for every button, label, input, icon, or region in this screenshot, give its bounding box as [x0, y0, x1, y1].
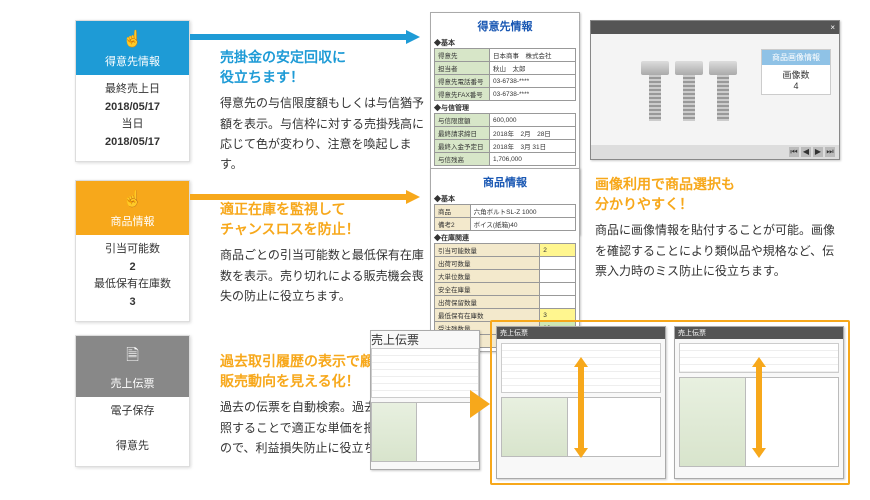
image-count-box: 商品画像情報 画像数 4 — [761, 49, 831, 95]
window-titlebar: × — [591, 21, 839, 34]
feature-text-1: 売掛金の安定回収に 役立ちます！ 得意先の与信限度額もしくは与信猶予額を表示。与… — [220, 48, 430, 175]
badge-head-product: ☝ 商品情報 — [76, 181, 189, 235]
arrow-vertical-icon — [574, 357, 588, 458]
badge-body: 引当可能数 2 最低保有在庫数 3 — [76, 235, 189, 321]
label: 電子保存 — [80, 403, 185, 421]
image-nav: ⏮ ◀ ▶ ⏭ — [591, 145, 839, 159]
value: 2018/05/17 — [80, 134, 185, 152]
slip-previews: 売上伝票 売上伝票 売上伝票 — [430, 320, 850, 485]
badge-product: ☝ 商品情報 引当可能数 2 最低保有在庫数 3 — [75, 180, 190, 322]
headline: 売掛金の安定回収に 役立ちます！ — [220, 48, 430, 87]
headline: 適正在庫を監視して チャンスロスを防止！ — [220, 200, 430, 239]
table-basic: 商品六角ボルトSL-Z 1000備考2ボイス(紙箱)40 — [434, 204, 576, 231]
document-icon: 🗎 — [76, 344, 189, 371]
body: 商品に画像情報を貼付することが可能。画像を確認することにより類似品や規格など、伝… — [595, 220, 835, 281]
slip-thumbnail-left: 売上伝票 — [370, 330, 480, 470]
section-label: ◆在庫関連 — [434, 233, 576, 243]
product-image — [641, 61, 737, 121]
badge-body: 電子保存 得意先 — [76, 397, 189, 466]
first-icon[interactable]: ⏮ — [789, 147, 799, 157]
value: 2018/05/17 — [80, 99, 185, 117]
hand-pointer-icon: ☝ — [76, 29, 189, 49]
section-label: ◆基本 — [434, 194, 576, 204]
slip-titlebar: 売上伝票 — [497, 327, 665, 339]
badge-title: 得意先情報 — [105, 56, 160, 68]
body: 商品ごとの引当可能数と最低保有在庫数を表示。売り切れによる販売機会喪失の防止に役… — [220, 245, 430, 306]
feature-row-slip: 🗎 売上伝票 電子保存 得意先 — [0, 335, 190, 467]
label: 当日 — [80, 116, 185, 134]
label: 引当可能数 — [80, 241, 185, 259]
hand-pointer-icon: ☝ — [76, 189, 189, 209]
panel-image-info: × 商品画像情報 画像数 4 ⏮ ◀ ▶ ⏭ — [590, 20, 840, 160]
last-icon[interactable]: ⏭ — [825, 147, 835, 157]
table-credit: 与信限度額600,000最終請求締日2018年 2月 28日最終入金予定日201… — [434, 113, 576, 166]
badge-head-customer: ☝ 得意先情報 — [76, 21, 189, 75]
panel-title: 得意先情報 — [434, 16, 576, 36]
label: 得意先 — [80, 438, 185, 456]
slip-highlight-frame: 売上伝票 売上伝票 — [490, 320, 850, 485]
slip-thumbnail: 売上伝票 — [674, 326, 844, 479]
bolt-icon — [709, 61, 737, 121]
value: 3 — [80, 294, 185, 312]
body: 得意先の与信限度額もしくは与信猶予額を表示。与信枠に対する売掛残高に応じて色が変… — [220, 93, 430, 175]
bolt-icon — [675, 61, 703, 121]
label: 最低保有在庫数 — [80, 276, 185, 294]
slip-titlebar: 売上伝票 — [675, 327, 843, 339]
badge-slip: 🗎 売上伝票 電子保存 得意先 — [75, 335, 190, 467]
feature-text-2: 適正在庫を監視して チャンスロスを防止！ 商品ごとの引当可能数と最低保有在庫数を… — [220, 200, 430, 306]
feature-text-4: 画像利用で商品選択も 分かりやすく！ 商品に画像情報を貼付することが可能。画像を… — [595, 175, 835, 281]
arrow-right-icon — [470, 390, 490, 418]
close-icon[interactable]: × — [830, 23, 835, 32]
slip-titlebar: 売上伝票 — [371, 331, 479, 348]
box-title: 商品画像情報 — [762, 50, 830, 65]
label: 最終売上日 — [80, 81, 185, 99]
section-label: ◆与信管理 — [434, 103, 576, 113]
badge-body: 最終売上日 2018/05/17 当日 2018/05/17 — [76, 75, 189, 161]
arrow-vertical-icon — [752, 357, 766, 458]
slip-thumbnail: 売上伝票 — [496, 326, 666, 479]
badge-customer: ☝ 得意先情報 最終売上日 2018/05/17 当日 2018/05/17 — [75, 20, 190, 162]
badge-title: 商品情報 — [111, 216, 155, 228]
panel-title: 商品情報 — [434, 172, 576, 192]
badge-title: 売上伝票 — [111, 378, 155, 390]
arrow-blue — [190, 30, 420, 44]
next-icon[interactable]: ▶ — [813, 147, 823, 157]
value: 4 — [765, 81, 827, 91]
section-label: ◆基本 — [434, 38, 576, 48]
table-basic: 得意先日本商事 株式会社担当者秋山 太郎得意先電話番号03-6738-****得… — [434, 48, 576, 101]
value: 2 — [80, 259, 185, 277]
label: 画像数 — [765, 68, 827, 81]
badge-head-slip: 🗎 売上伝票 — [76, 336, 189, 397]
prev-icon[interactable]: ◀ — [801, 147, 811, 157]
headline: 画像利用で商品選択も 分かりやすく！ — [595, 175, 835, 214]
bolt-icon — [641, 61, 669, 121]
